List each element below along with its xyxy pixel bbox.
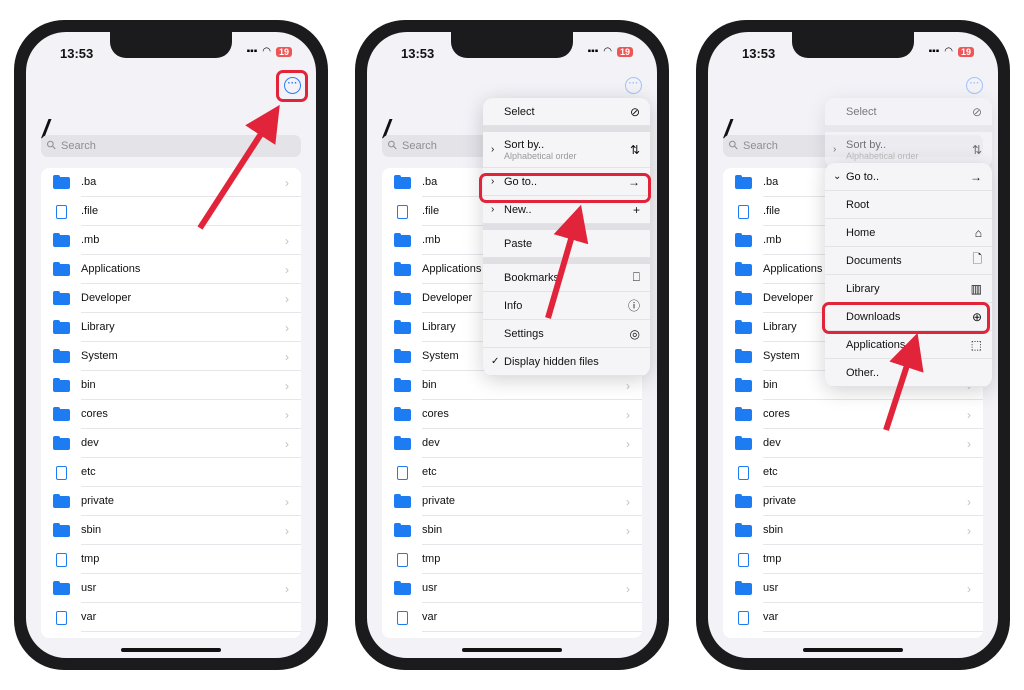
arrow-3	[883, 332, 924, 431]
arrow-1	[197, 104, 280, 230]
arrow-2	[545, 204, 589, 319]
annotation-arrows	[197, 104, 924, 431]
